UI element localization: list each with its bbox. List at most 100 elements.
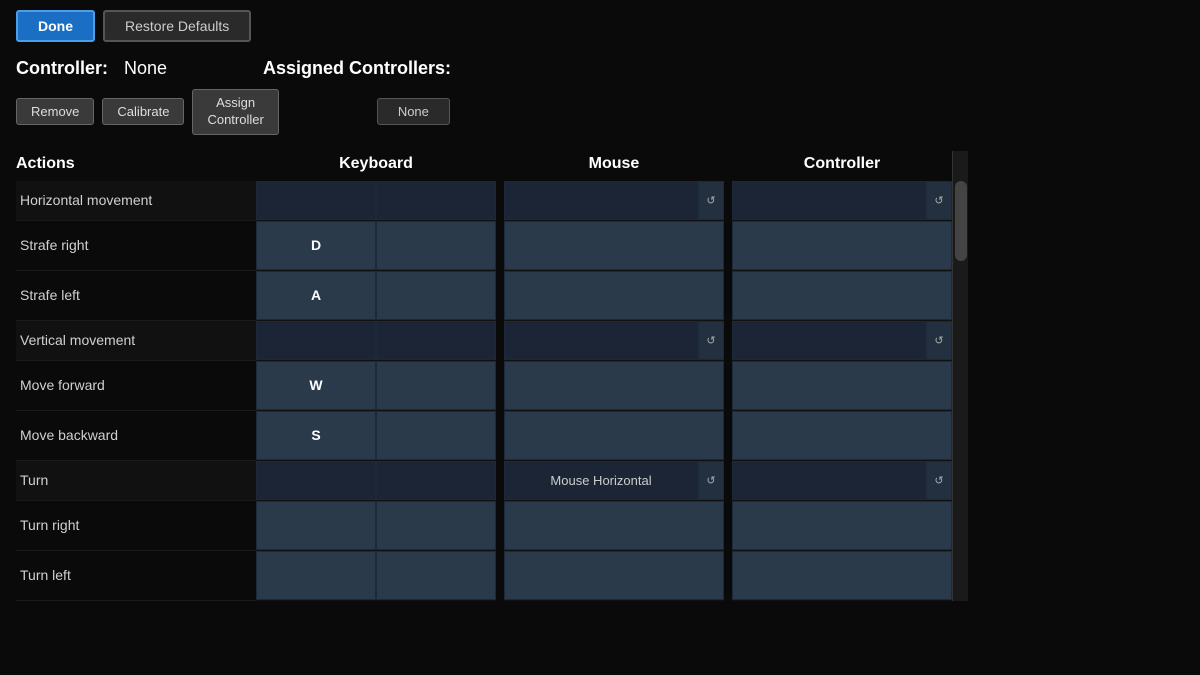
mouse-row-3: ↺ [504,321,724,361]
ctrl-row-3: ↺ [732,321,952,361]
ctrl-row-7 [732,501,952,551]
keyboard-row-2: A [256,271,496,321]
controller-column: Controller ↺ ↺ [732,151,952,601]
keyboard-cell-7-1[interactable] [256,501,376,550]
keyboard-cell-3-1[interactable] [256,321,376,360]
ctrl-main-2[interactable] [732,271,952,320]
keyboard-row-7 [256,501,496,551]
keyboard-cell-8-2[interactable] [376,551,496,600]
keyboard-cell-1-2[interactable] [376,221,496,270]
ctrl-main-4[interactable] [732,361,952,410]
action-horizontal-movement: Horizontal movement [16,181,256,221]
keyboard-row-8 [256,551,496,601]
mouse-row-1 [504,221,724,271]
keyboard-cell-0-1[interactable] [256,181,376,220]
scrollbar[interactable] [952,151,968,601]
calibrate-button[interactable]: Calibrate [102,98,184,125]
keyboard-cell-1-1[interactable]: D [256,221,376,270]
mouse-row-4 [504,361,724,411]
keyboard-cell-3-2[interactable] [376,321,496,360]
ctrl-row-0: ↺ [732,181,952,221]
mouse-main-1[interactable] [504,221,724,270]
keyboard-cell-8-1[interactable] [256,551,376,600]
mouse-row-7 [504,501,724,551]
ctrl-row-6: ↺ [732,461,952,501]
actions-column: Actions Horizontal movement Strafe right… [16,151,256,601]
mouse-icon-3[interactable]: ↺ [698,321,724,360]
keyboard-cell-2-2[interactable] [376,271,496,320]
ctrl-icon-6[interactable]: ↺ [926,461,952,500]
keyboard-cell-0-2[interactable] [376,181,496,220]
keyboard-row-1: D [256,221,496,271]
ctrl-row-4 [732,361,952,411]
ctrl-main-5[interactable] [732,411,952,460]
keyboard-row-5: S [256,411,496,461]
keyboard-cell-6-2[interactable] [376,461,496,500]
mouse-main-0[interactable] [504,181,698,220]
ctrl-main-0[interactable] [732,181,926,220]
ctrl-main-1[interactable] [732,221,952,270]
keyboard-cell-5-1[interactable]: S [256,411,376,460]
keyboard-cell-4-1[interactable]: W [256,361,376,410]
actions-header: Actions [16,151,256,181]
mouse-icon-6[interactable]: ↺ [698,461,724,500]
top-bar: Done Restore Defaults [0,0,1200,52]
keyboard-cell-6-1[interactable] [256,461,376,500]
mouse-column: Mouse ↺ ↺ [504,151,724,601]
main-table: Actions Horizontal movement Strafe right… [0,143,1200,609]
ctrl-row-8 [732,551,952,601]
action-turn-right: Turn right [16,501,256,551]
mouse-row-2 [504,271,724,321]
mouse-icon-0[interactable]: ↺ [698,181,724,220]
ctrl-row-1 [732,221,952,271]
assigned-none-display: None [377,98,450,125]
action-turn: Turn [16,461,256,501]
ctrl-main-6[interactable] [732,461,926,500]
mouse-row-6: Mouse Horizontal ↺ [504,461,724,501]
mouse-row-0: ↺ [504,181,724,221]
mouse-main-7[interactable] [504,501,724,550]
keyboard-row-3 [256,321,496,361]
assigned-controllers-label: Assigned Controllers: [263,58,451,79]
keyboard-cell-2-1[interactable]: A [256,271,376,320]
scrollbar-thumb[interactable] [955,181,967,261]
action-strafe-right: Strafe right [16,221,256,271]
keyboard-header: Keyboard [256,151,496,181]
ctrl-icon-0[interactable]: ↺ [926,181,952,220]
mouse-header: Mouse [504,151,724,181]
keyboard-cell-4-2[interactable] [376,361,496,410]
ctrl-icon-3[interactable]: ↺ [926,321,952,360]
mouse-main-2[interactable] [504,271,724,320]
action-move-forward: Move forward [16,361,256,411]
ctrl-main-3[interactable] [732,321,926,360]
action-strafe-left: Strafe left [16,271,256,321]
keyboard-column: Keyboard D A W [256,151,496,601]
ctrl-main-8[interactable] [732,551,952,600]
keyboard-cell-5-2[interactable] [376,411,496,460]
keyboard-row-4: W [256,361,496,411]
keyboard-row-6 [256,461,496,501]
mouse-row-8 [504,551,724,601]
mouse-main-6[interactable]: Mouse Horizontal [504,461,698,500]
action-vertical-movement: Vertical movement [16,321,256,361]
controller-label: Controller: [16,58,108,79]
restore-defaults-button[interactable]: Restore Defaults [103,10,251,42]
mouse-main-8[interactable] [504,551,724,600]
action-move-backward: Move backward [16,411,256,461]
controller-value: None [124,58,167,79]
assign-controller-button[interactable]: AssignController [192,89,278,135]
button-row: Remove Calibrate AssignController None [0,85,1200,139]
mouse-row-5 [504,411,724,461]
done-button[interactable]: Done [16,10,95,42]
remove-button[interactable]: Remove [16,98,94,125]
ctrl-row-5 [732,411,952,461]
mouse-main-4[interactable] [504,361,724,410]
controller-col-header: Controller [732,151,952,181]
keyboard-row-0 [256,181,496,221]
mouse-main-3[interactable] [504,321,698,360]
keyboard-cell-7-2[interactable] [376,501,496,550]
controller-info-row: Controller: None Assigned Controllers: [0,52,1200,85]
action-turn-left: Turn left [16,551,256,601]
mouse-main-5[interactable] [504,411,724,460]
ctrl-main-7[interactable] [732,501,952,550]
